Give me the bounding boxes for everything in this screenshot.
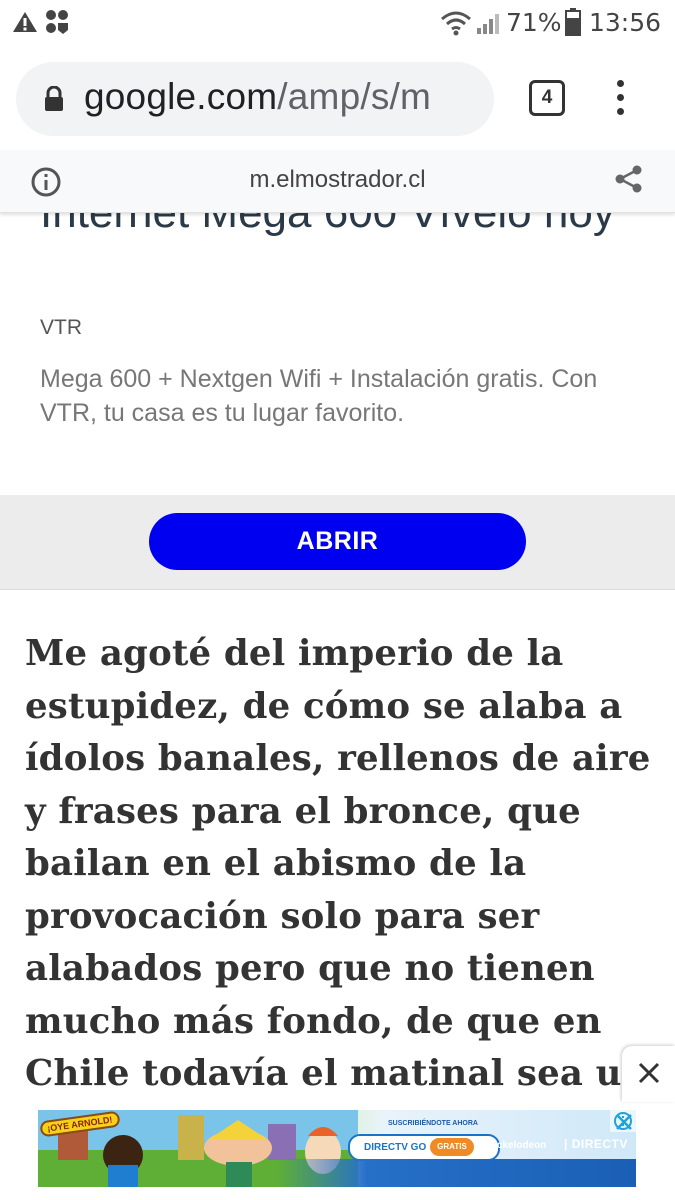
banner-close-icon[interactable] <box>614 1112 634 1132</box>
article-line: y frases para el bronce, que <box>25 790 581 832</box>
nickelodeon-logo: nickelodeon <box>488 1140 547 1151</box>
article-line: estupidez, de cómo se alaba a <box>25 685 623 727</box>
amp-header: m.elmostrador.cl <box>0 150 675 213</box>
bottom-banner-ad[interactable]: ¡OYE ARNOLD! SUSCRIBIÉNDOTE AHORA DIRECT… <box>38 1110 636 1187</box>
ad-title[interactable]: Internet Mega 600 Vívelo hoy <box>40 212 650 242</box>
article-line: provocación solo para ser <box>25 895 540 937</box>
directv-go-pill: DIRECTV GO <box>348 1134 500 1161</box>
article-line: Me agoté del imperio de la <box>25 633 564 674</box>
article-line: alabados pero que no tienen <box>25 948 595 989</box>
article-body: Me agoté del imperio de la estupidez, de… <box>25 628 671 1101</box>
battery-icon <box>565 8 581 36</box>
article-line: mucho más fondo, de que en <box>25 1000 602 1042</box>
url-bar[interactable]: google.com/amp/s/m <box>16 62 494 136</box>
banner-strip <box>38 1159 636 1187</box>
directv-logo: | DIRECTV <box>564 1137 628 1151</box>
share-icon[interactable] <box>614 164 644 194</box>
lock-icon <box>45 86 63 111</box>
ad-footer: ABRIR <box>0 495 675 590</box>
article-line: Chile todavía el matinal sea una <box>25 1053 671 1094</box>
bottom-banner-container: ¡OYE ARNOLD! SUSCRIBIÉNDOTE AHORA DIRECT… <box>0 1096 675 1200</box>
warning-icon <box>13 12 37 32</box>
clock: 13:56 <box>589 8 662 37</box>
signal-icon <box>477 14 499 34</box>
gratis-pill: GRATIS <box>430 1138 474 1156</box>
url-host: google.com <box>84 76 278 117</box>
close-icon <box>638 1062 660 1084</box>
sponsored-ad[interactable]: Internet Mega 600 Vívelo hoy VTR Mega 60… <box>0 212 675 495</box>
status-bar: 71% 13:56 <box>0 0 675 46</box>
notification-icon <box>46 10 68 34</box>
close-ad-button[interactable] <box>622 1046 675 1102</box>
banner-headline: SUSCRIBIÉNDOTE AHORA <box>388 1120 478 1127</box>
browser-toolbar: google.com/amp/s/m 4 <box>0 46 675 150</box>
tab-switcher-icon[interactable]: 4 <box>529 80 565 116</box>
ad-source: VTR <box>40 316 82 339</box>
battery-percent: 71% <box>506 8 562 37</box>
article-line: ídolos banales, rellenos de aire <box>25 738 651 779</box>
open-button[interactable]: ABRIR <box>149 513 526 570</box>
ad-description: Mega 600 + Nextgen Wifi + Instalación gr… <box>40 365 598 427</box>
article-line: bailan en el abismo de la <box>25 843 527 884</box>
menu-icon[interactable] <box>614 78 628 118</box>
amp-domain: m.elmostrador.cl <box>249 166 426 193</box>
url-text[interactable]: google.com/amp/s/m <box>84 76 431 118</box>
url-path: /amp/s/m <box>277 76 432 117</box>
wifi-icon <box>441 11 471 36</box>
